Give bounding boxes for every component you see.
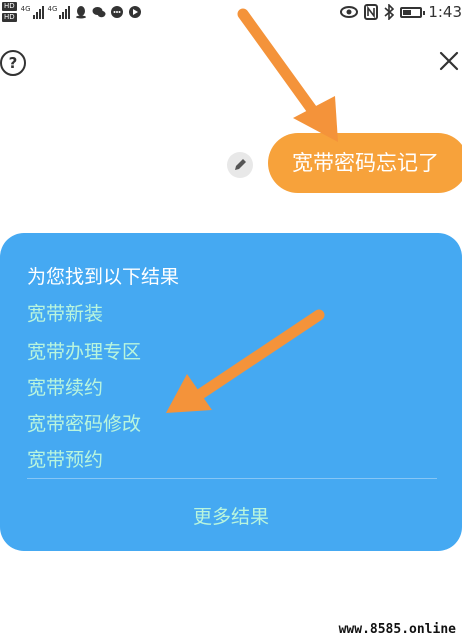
arrow-to-bubble (237, 8, 338, 142)
annotation-arrows (166, 8, 338, 413)
arrow-to-password-link (166, 309, 325, 413)
watermark: www.8585.online (338, 622, 456, 637)
